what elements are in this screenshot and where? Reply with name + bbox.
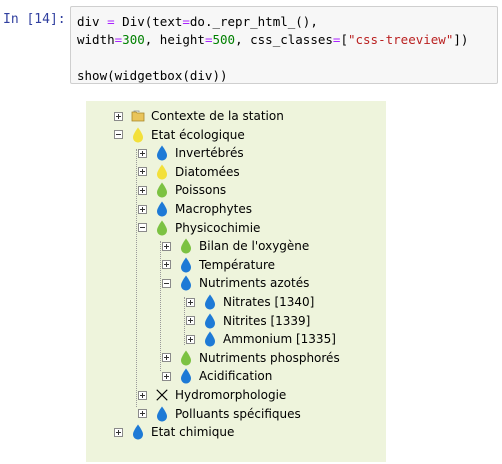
expand-toggle-icon[interactable]: [186, 297, 195, 307]
code-editor[interactable]: div = Div(text=do._repr_html_(), width=30…: [70, 6, 498, 84]
tree-node[interactable]: Température: [162, 256, 275, 274]
tree-node-label[interactable]: Diatomées: [175, 165, 240, 179]
input-prompt: In [14]:: [3, 12, 66, 27]
tree-guide-line: [184, 297, 185, 345]
yellow-drop-icon: [155, 164, 169, 180]
tree-node[interactable]: Hydromorphologie: [138, 386, 286, 404]
blue-drop-icon: [155, 145, 169, 161]
expand-toggle-icon[interactable]: [138, 148, 147, 158]
blue-drop-icon: [179, 368, 193, 384]
tree-node[interactable]: Nitrites [1339]: [186, 312, 310, 330]
tree-node[interactable]: Contexte de la station: [114, 107, 284, 125]
blue-drop-icon: [203, 331, 217, 347]
green-drop-icon: [155, 220, 169, 236]
blue-drop-icon: [203, 294, 217, 310]
tree-node[interactable]: Ammonium [1335]: [186, 330, 336, 348]
tree-node[interactable]: Etat écologique: [114, 126, 245, 144]
expand-toggle-icon[interactable]: [138, 409, 147, 419]
tree-guide-line: [136, 149, 137, 407]
tree-node-label[interactable]: Physicochimie: [175, 221, 260, 235]
tree-node-label[interactable]: Hydromorphologie: [175, 388, 286, 402]
blue-drop-icon: [155, 201, 169, 217]
blue-drop-icon: [131, 424, 145, 440]
tree-node[interactable]: Nitrates [1340]: [186, 293, 314, 311]
tree-node-label[interactable]: Nitrates [1340]: [223, 295, 314, 309]
treeview-widget: Contexte de la station Etat écologique Inv…: [86, 101, 386, 462]
tree-node[interactable]: Nutriments phosphorés: [162, 349, 340, 367]
tree-node[interactable]: Macrophytes: [138, 200, 252, 218]
tree-node-label[interactable]: Macrophytes: [175, 202, 252, 216]
tree-node-label[interactable]: Poissons: [175, 183, 226, 197]
tree-node-label[interactable]: Polluants spécifiques: [175, 407, 301, 421]
expand-toggle-icon[interactable]: [162, 353, 171, 363]
tree-node-label[interactable]: Température: [199, 258, 275, 272]
expand-toggle-icon[interactable]: [138, 185, 147, 195]
tree-node-label[interactable]: Ammonium [1335]: [223, 332, 336, 346]
tree-node[interactable]: Polluants spécifiques: [138, 405, 301, 423]
tree-node[interactable]: Acidification: [162, 367, 272, 385]
tree-node[interactable]: Diatomées: [138, 163, 240, 181]
tree-node[interactable]: Physicochimie: [138, 219, 260, 237]
tree-node[interactable]: Poissons: [138, 181, 226, 199]
expand-toggle-icon[interactable]: [114, 111, 123, 121]
expand-toggle-icon[interactable]: [162, 241, 171, 251]
expand-toggle-icon[interactable]: [138, 167, 147, 177]
tree-node-label[interactable]: Etat écologique: [151, 128, 245, 142]
tree-node-label[interactable]: Invertébrés: [175, 146, 244, 160]
blue-drop-icon: [155, 406, 169, 422]
collapse-toggle-icon[interactable]: [162, 278, 171, 288]
tree-node[interactable]: Etat chimique: [114, 423, 234, 441]
collapse-toggle-icon[interactable]: [114, 130, 123, 140]
yellow-drop-icon: [131, 127, 145, 143]
tree-node-label[interactable]: Nutriments phosphorés: [199, 351, 340, 365]
code-line-1: div = Div(text=do._repr_html_(),: [77, 14, 318, 29]
expand-toggle-icon[interactable]: [138, 204, 147, 214]
collapse-toggle-icon[interactable]: [138, 223, 147, 233]
code-line-2: width=300, height=500, css_classes=["css…: [77, 32, 469, 47]
green-drop-icon: [179, 350, 193, 366]
tree-node-label[interactable]: Bilan de l'oxygène: [199, 239, 309, 253]
expand-toggle-icon[interactable]: [186, 334, 195, 344]
tree-node-label[interactable]: Nutriments azotés: [199, 276, 309, 290]
tree-guide-line: [160, 241, 161, 371]
tree-node[interactable]: Nutriments azotés: [162, 274, 309, 292]
tree-node[interactable]: Bilan de l'oxygène: [162, 237, 309, 255]
expand-toggle-icon[interactable]: [138, 390, 147, 400]
green-drop-icon: [155, 182, 169, 198]
expand-toggle-icon[interactable]: [162, 260, 171, 270]
blue-drop-icon: [179, 275, 193, 291]
blue-drop-icon: [179, 257, 193, 273]
expand-toggle-icon[interactable]: [162, 371, 171, 381]
folder-icon: [131, 108, 145, 124]
blue-drop-icon: [203, 313, 217, 329]
cross-icon: [155, 387, 169, 403]
tree-node-label[interactable]: Nitrites [1339]: [223, 314, 310, 328]
tree-node-label[interactable]: Contexte de la station: [151, 109, 284, 123]
code-line-4: show(widgetbox(div)): [77, 68, 228, 83]
tree-node-label[interactable]: Etat chimique: [151, 425, 234, 439]
expand-toggle-icon[interactable]: [186, 316, 195, 326]
green-drop-icon: [179, 238, 193, 254]
tree-node-label[interactable]: Acidification: [199, 369, 272, 383]
expand-toggle-icon[interactable]: [114, 427, 123, 437]
tree-node[interactable]: Invertébrés: [138, 144, 244, 162]
